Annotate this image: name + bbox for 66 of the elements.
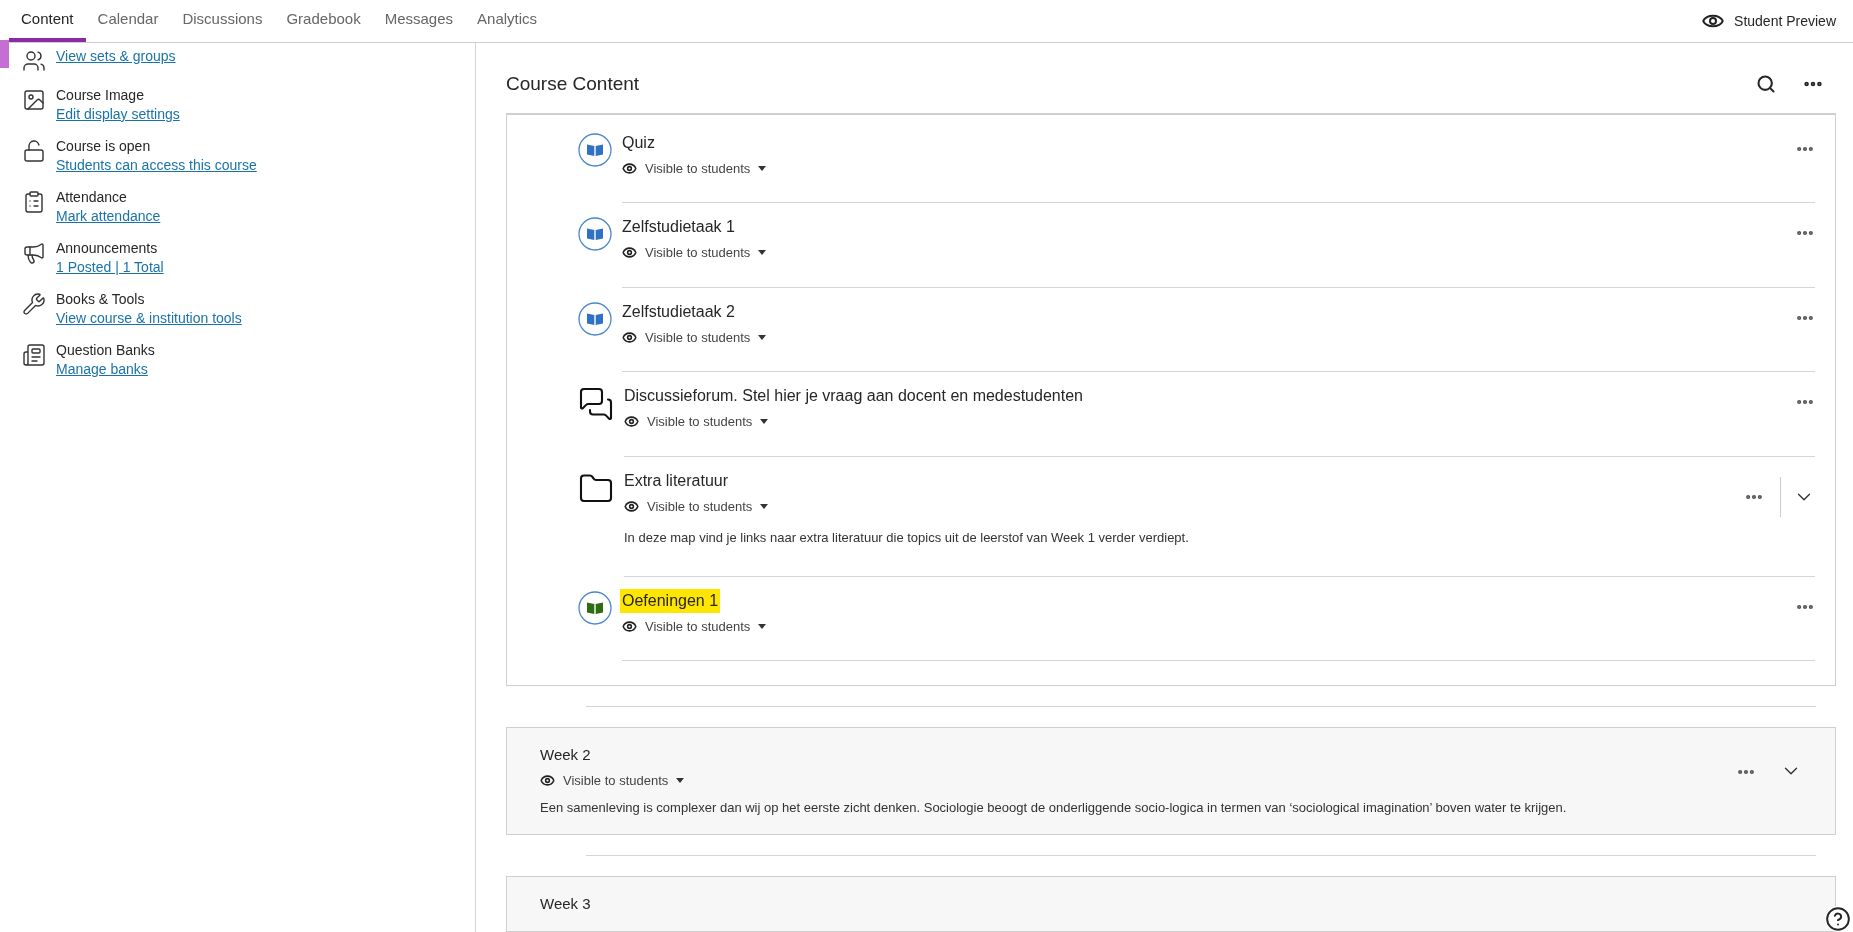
module-description: Een samenleving is complexer dan wij op het eerste zicht denken. Sociologie beoogt de onderliggende socio-logica in termen van ‘sociological imagination’ boven water te krijgen. bbox=[540, 799, 1568, 817]
visibility-dropdown[interactable]: Visible to students bbox=[622, 616, 1795, 636]
clipboard-icon bbox=[22, 190, 46, 214]
visibility-dropdown[interactable]: Visible to students bbox=[622, 327, 1795, 347]
sidebar-link[interactable]: Edit display settings bbox=[56, 105, 180, 124]
sidebar-link[interactable]: View sets & groups bbox=[56, 47, 176, 66]
eye-icon bbox=[622, 160, 637, 176]
content-item-title[interactable]: Zelfstudietaak 2 bbox=[622, 299, 735, 324]
sidebar-link[interactable]: Manage banks bbox=[56, 360, 155, 379]
search-icon[interactable] bbox=[1756, 74, 1776, 95]
eye-icon bbox=[622, 245, 637, 261]
caret-icon bbox=[758, 623, 767, 629]
visibility-dropdown[interactable]: Visible to students bbox=[540, 770, 1736, 790]
book-icon bbox=[578, 590, 612, 625]
book-icon bbox=[578, 217, 612, 251]
content-item-title[interactable]: Extra literatuur bbox=[624, 468, 729, 493]
visibility-dropdown[interactable]: Visible to students bbox=[624, 412, 1795, 432]
nav-tab[interactable]: Discussions bbox=[170, 0, 275, 42]
caret-icon bbox=[760, 419, 769, 425]
people-icon bbox=[22, 49, 46, 73]
eye-icon bbox=[622, 329, 637, 345]
content-item-title[interactable]: Zelfstudietaak 1 bbox=[622, 215, 735, 239]
sidebar-title: Course is open bbox=[56, 137, 152, 156]
nav-tab[interactable]: Calendar bbox=[85, 0, 171, 42]
help-icon[interactable] bbox=[1825, 906, 1851, 932]
item-description: In deze map vind je links naar extra literatuur die topics uit de leerstof van Week 1 verder verdiept. bbox=[624, 529, 1190, 547]
nav-tab[interactable]: Analytics bbox=[465, 0, 550, 42]
eye-icon bbox=[622, 618, 637, 634]
sidebar-link[interactable]: Mark attendance bbox=[56, 207, 161, 226]
section-title: Course Content bbox=[506, 72, 641, 96]
caret-icon bbox=[760, 503, 769, 509]
visibility-dropdown[interactable]: Visible to students bbox=[622, 243, 1795, 263]
book-icon bbox=[578, 132, 612, 167]
sidebar-link[interactable]: Students can access this course bbox=[56, 156, 257, 175]
caret-icon bbox=[758, 250, 767, 256]
nav-tab[interactable]: Content bbox=[9, 0, 86, 42]
focus-marker bbox=[0, 40, 9, 68]
eye-icon bbox=[624, 414, 639, 430]
content-item-title[interactable]: Quiz bbox=[622, 130, 655, 155]
sidebar-title: Announcements bbox=[56, 239, 159, 258]
unlocked-icon bbox=[22, 139, 46, 163]
visibility-dropdown[interactable]: Visible to students bbox=[622, 158, 1795, 178]
sidebar-title: Attendance bbox=[56, 188, 128, 207]
sidebar-title: Books & Tools bbox=[56, 290, 146, 309]
caret-icon bbox=[758, 334, 767, 340]
image-icon bbox=[22, 88, 46, 112]
sidebar-title: Course Image bbox=[56, 86, 145, 105]
sidebar-link[interactable]: 1 Posted | 1 Total bbox=[56, 258, 164, 277]
nav-tab[interactable]: Gradebook bbox=[274, 0, 373, 42]
megaphone-icon bbox=[22, 241, 46, 265]
wrench-icon bbox=[22, 292, 46, 316]
eye-icon bbox=[540, 772, 555, 788]
sidebar-title: Question Banks bbox=[56, 341, 155, 360]
book-icon bbox=[578, 301, 612, 336]
eye-icon bbox=[624, 498, 639, 514]
module-title[interactable]: Week 3 bbox=[540, 892, 1802, 915]
module-title[interactable]: Week 2 bbox=[540, 744, 1736, 767]
student-preview-button[interactable]: Student Preview bbox=[1700, 0, 1844, 42]
chat-bubbles-icon bbox=[578, 386, 614, 422]
nav-tab[interactable]: Messages bbox=[372, 0, 466, 42]
sidebar-link[interactable]: View course & institution tools bbox=[56, 309, 242, 328]
content-item-title[interactable]: Oefeningen 1 bbox=[620, 588, 721, 613]
content-item-title[interactable]: Discussieforum. Stel hier je vraag aan docent en medestudenten bbox=[624, 384, 1083, 408]
caret-icon bbox=[758, 165, 767, 171]
caret-icon bbox=[676, 777, 685, 783]
visibility-dropdown[interactable]: Visible to students bbox=[624, 496, 1744, 516]
